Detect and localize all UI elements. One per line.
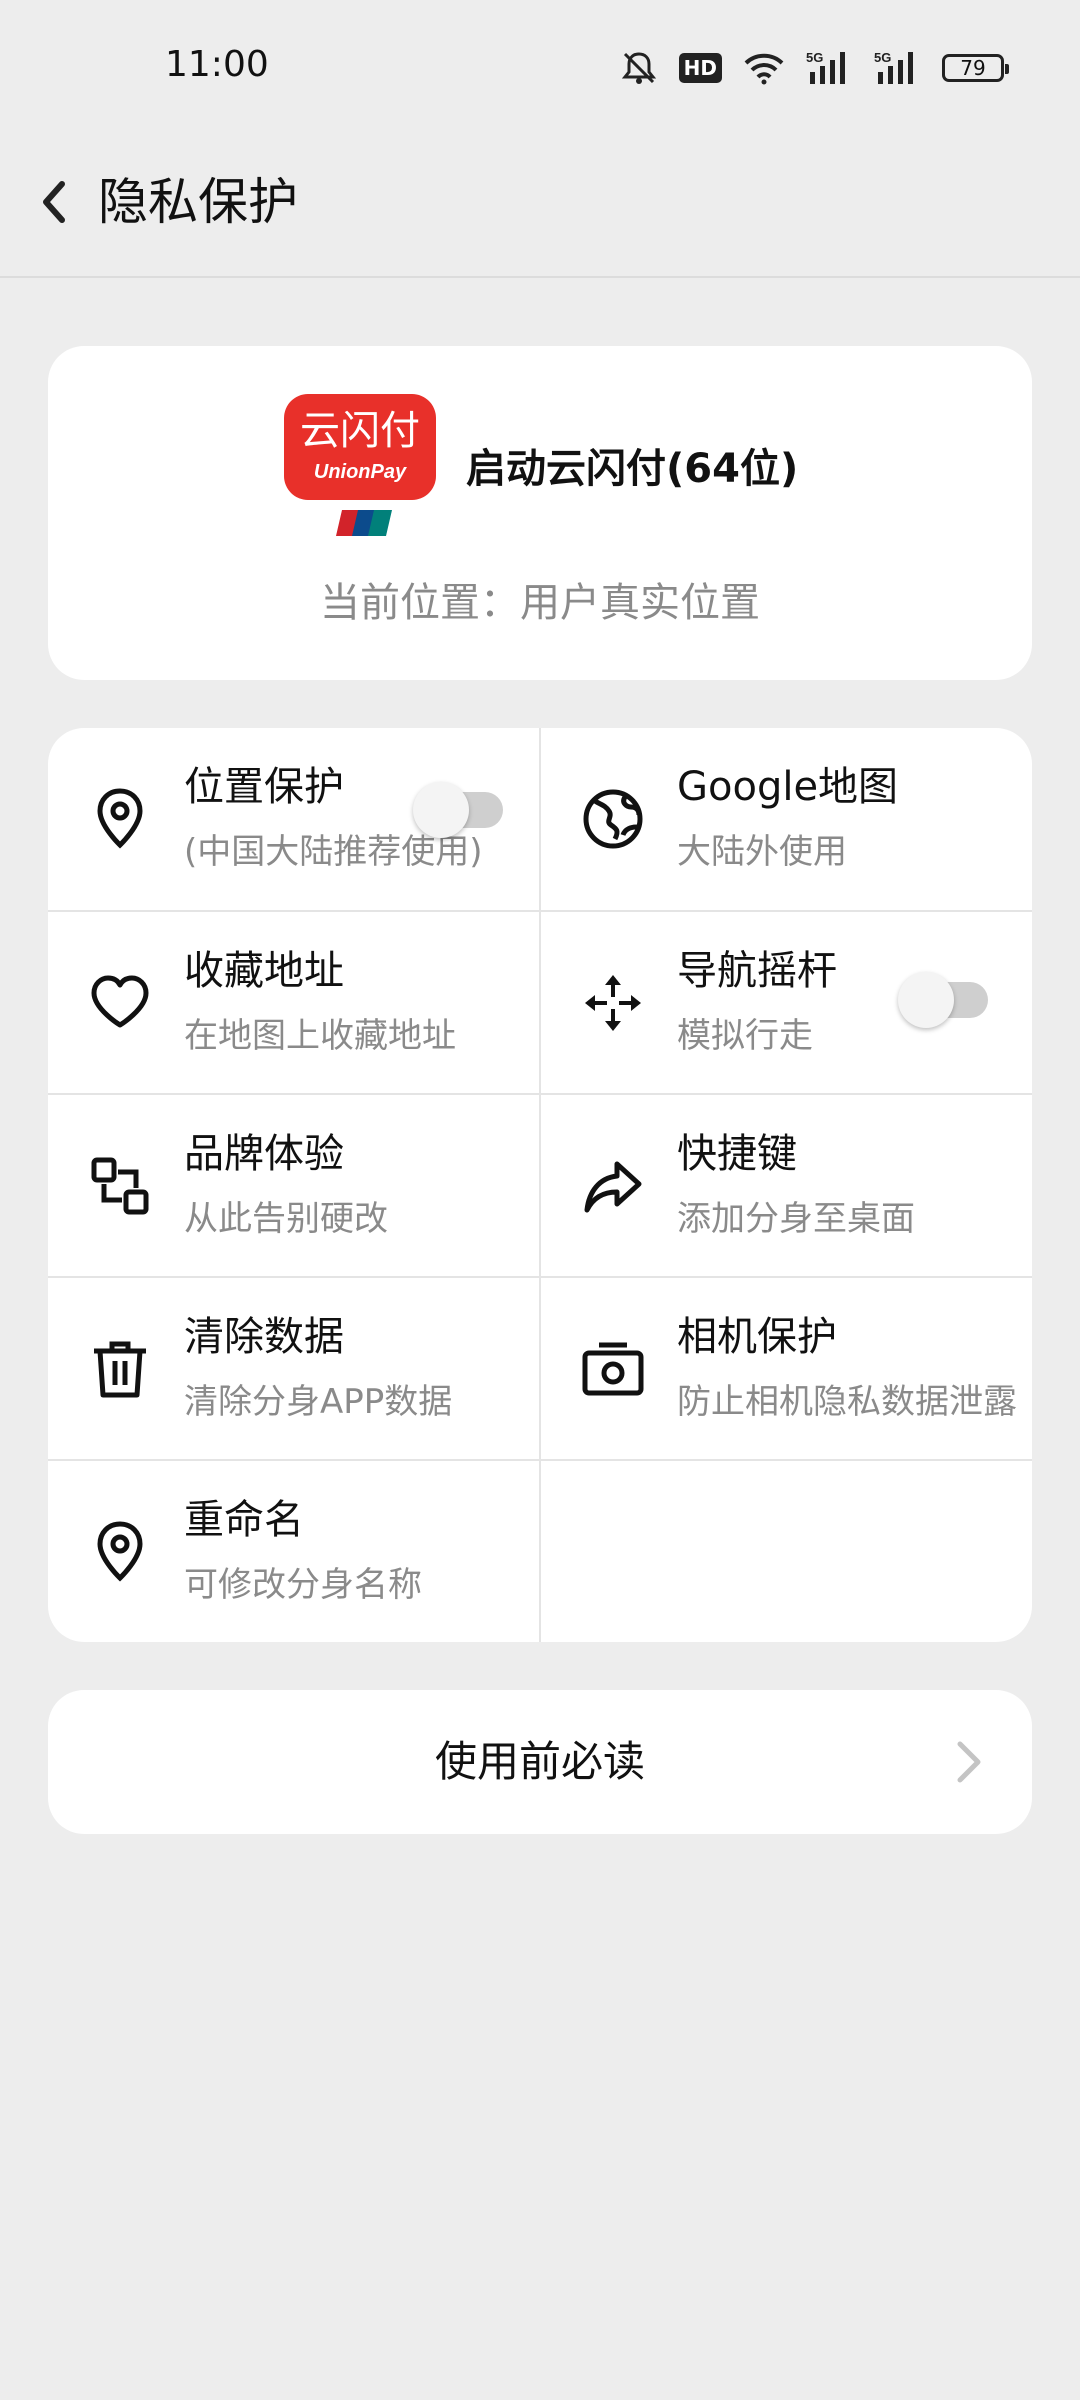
unionpay-logo: 云闪付 UnionPay <box>284 394 436 536</box>
grid-item-subtitle: 模拟行走 <box>677 1016 813 1056</box>
back-button[interactable] <box>40 168 80 236</box>
grid-item-shortcut[interactable]: 快捷键 添加分身至桌面 <box>541 1095 1032 1277</box>
grid-item-google-maps[interactable]: Google地图 大陆外使用 <box>541 728 1032 910</box>
header: 隐私保护 <box>0 130 1080 278</box>
share-arrow-icon <box>584 1161 642 1213</box>
grid-item-camera-protection[interactable]: 相机保护 防止相机隐私数据泄露 <box>541 1278 1032 1460</box>
grid-item-subtitle: 添加分身至桌面 <box>677 1199 915 1239</box>
battery-level: 79 <box>960 56 986 80</box>
grid-item-clear-data[interactable]: 清除数据 清除分身APP数据 <box>48 1278 539 1460</box>
app-name: 启动云闪付(64位) <box>466 446 799 492</box>
grid-item-location-protection[interactable]: 位置保护 (中国大陆推荐使用) <box>48 728 539 910</box>
camera-icon <box>582 1342 644 1396</box>
read-first-label: 使用前必读 <box>434 1737 645 1786</box>
grid-item-subtitle: 可修改分身名称 <box>184 1565 422 1605</box>
grid-item-subtitle: 大陆外使用 <box>677 832 847 872</box>
mute-icon <box>621 52 656 84</box>
grid-item-title: 收藏地址 <box>184 948 344 994</box>
grid-item-subtitle: 清除分身APP数据 <box>184 1382 453 1422</box>
globe-icon <box>583 789 643 849</box>
location-pin-icon <box>97 1521 143 1582</box>
move-arrows-icon <box>585 975 641 1031</box>
status-time: 11:00 <box>165 44 269 85</box>
svg-text:云闪付: 云闪付 <box>300 408 420 454</box>
chevron-right-icon <box>957 1741 981 1783</box>
swap-squares-icon <box>91 1157 149 1215</box>
grid-item-title: 品牌体验 <box>184 1131 344 1177</box>
wifi-icon <box>744 53 784 85</box>
feature-grid: 位置保护 (中国大陆推荐使用) Google地图 大陆外使用 收藏地址 在地图上… <box>48 728 1032 1642</box>
grid-item-brand-experience[interactable]: 品牌体验 从此告别硬改 <box>48 1095 539 1277</box>
battery-icon: 79 <box>942 54 1009 82</box>
grid-item-title: 导航摇杆 <box>677 948 837 994</box>
toggle-knob <box>413 782 469 838</box>
grid-item-subtitle: 从此告别硬改 <box>184 1199 388 1239</box>
grid-item-rename[interactable]: 重命名 可修改分身名称 <box>48 1461 539 1642</box>
app-card: 云闪付 UnionPay 启动云闪付(64位) 当前位置：用户真实位置 <box>48 346 1032 680</box>
toggle-knob <box>898 972 954 1028</box>
grid-item-nav-joystick[interactable]: 导航摇杆 模拟行走 <box>541 912 1032 1094</box>
heart-icon <box>91 975 149 1028</box>
page-title: 隐私保护 <box>98 173 298 231</box>
status-bar: 11:00 HD 5G 5G 79 <box>0 0 1080 130</box>
svg-text:5G: 5G <box>874 50 891 65</box>
grid-item-subtitle: (中国大陆推荐使用) <box>184 832 483 872</box>
svg-text:UnionPay: UnionPay <box>314 461 407 483</box>
grid-item-title: 快捷键 <box>677 1131 797 1177</box>
nav-joystick-toggle[interactable] <box>898 972 990 1028</box>
signal-5g-icon: 5G <box>806 50 845 84</box>
grid-item-saved-addresses[interactable]: 收藏地址 在地图上收藏地址 <box>48 912 539 1094</box>
grid-item-title: 重命名 <box>184 1497 304 1543</box>
grid-item-title: Google地图 <box>677 764 899 810</box>
trash-icon <box>94 1341 146 1398</box>
status-icons: HD 5G 5G 79 <box>619 48 1009 88</box>
signal-5g-icon: 5G <box>874 50 913 84</box>
grid-item-title: 位置保护 <box>184 764 344 810</box>
svg-text:5G: 5G <box>806 50 823 65</box>
chevron-left-icon <box>43 181 65 223</box>
grid-item-subtitle: 防止相机隐私数据泄露 <box>677 1382 1017 1422</box>
grid-item-subtitle: 在地图上收藏地址 <box>184 1016 456 1056</box>
current-location: 当前位置：用户真实位置 <box>320 580 760 626</box>
location-pin-icon <box>97 788 143 849</box>
location-protection-toggle[interactable] <box>413 782 505 838</box>
grid-item-title: 清除数据 <box>184 1314 344 1360</box>
read-first-button[interactable]: 使用前必读 <box>48 1690 1032 1834</box>
hd-icon: HD <box>678 53 722 83</box>
grid-item-title: 相机保护 <box>677 1314 837 1360</box>
